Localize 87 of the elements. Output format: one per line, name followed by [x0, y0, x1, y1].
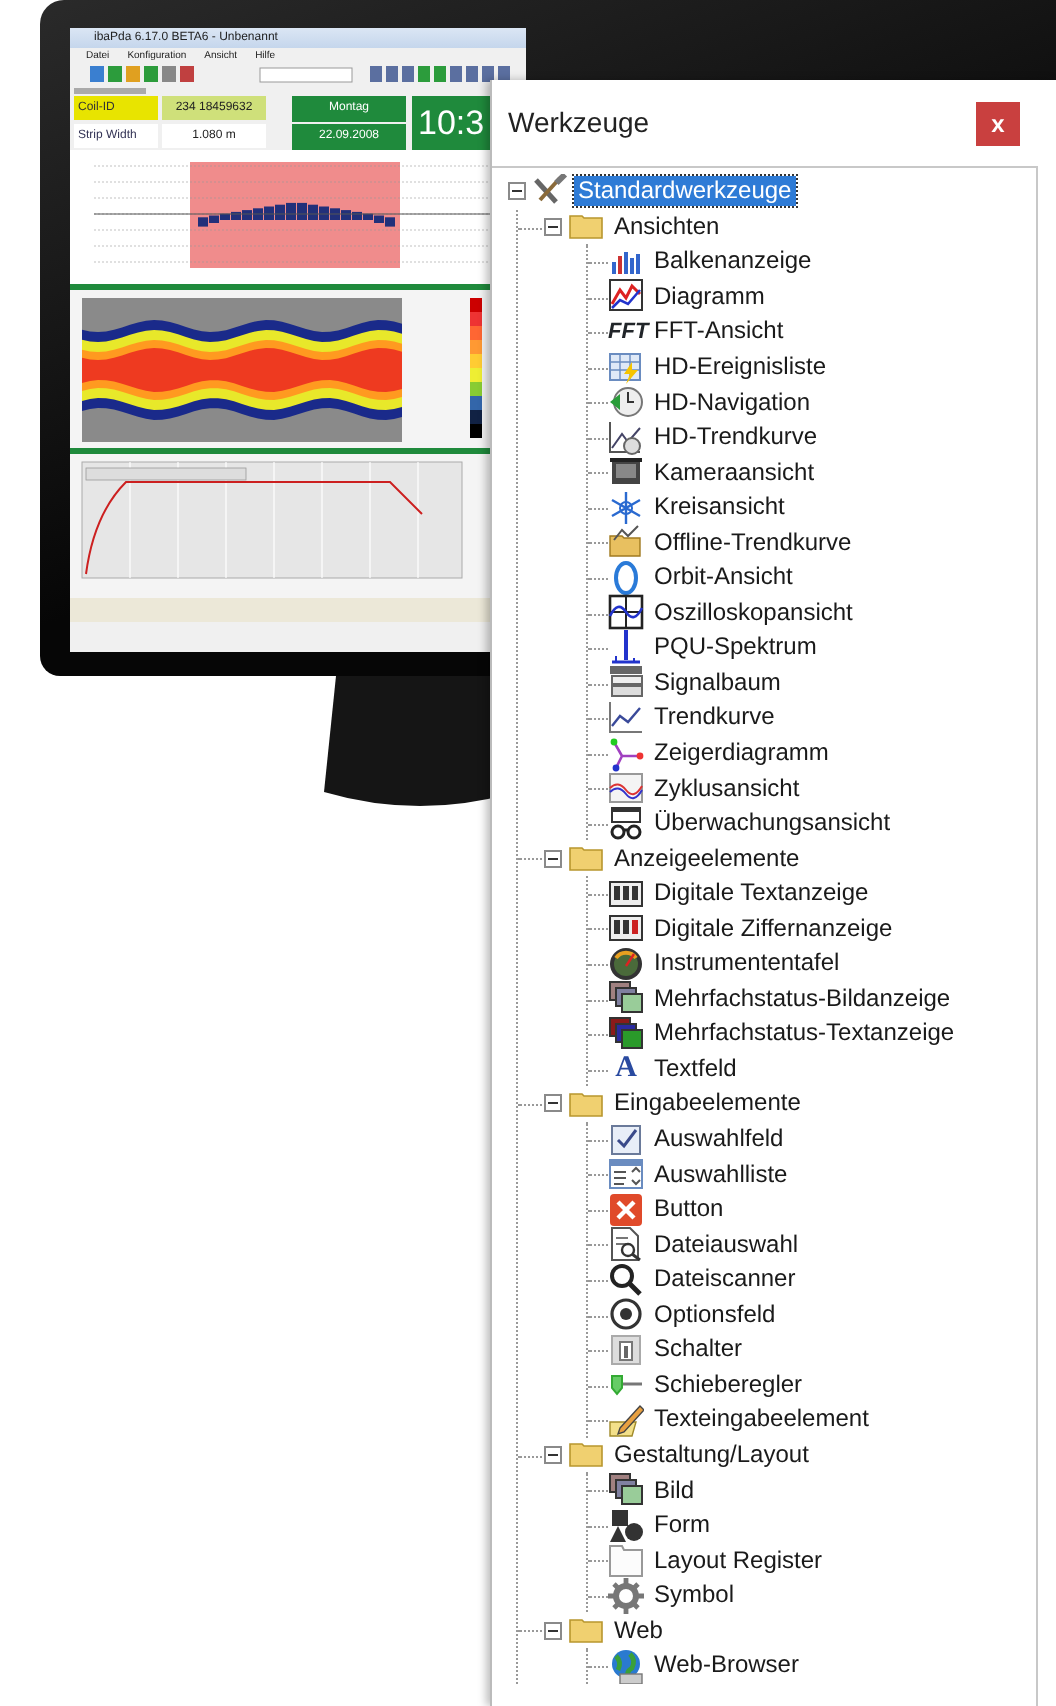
tree-item[interactable]: Schalter: [650, 1334, 747, 1365]
collapse-toggle[interactable]: [544, 1094, 562, 1113]
gear-icon: [608, 1577, 644, 1614]
tree-item[interactable]: Offline-Trendkurve: [650, 527, 856, 558]
wave-chart-icon: [608, 770, 644, 807]
tree-item[interactable]: Auswahlfeld: [650, 1124, 788, 1155]
tree-item[interactable]: Symbol: [650, 1580, 739, 1611]
shapes-icon: [608, 1507, 644, 1544]
tab-page-icon: [608, 1542, 644, 1579]
tree-item[interactable]: FFT-Ansicht: [650, 316, 788, 347]
tree-item[interactable]: Eingabeelemente: [610, 1088, 805, 1119]
clock-display: 10:3: [412, 96, 496, 150]
tree-item[interactable]: PQU-Spektrum: [650, 632, 821, 663]
snowflake-icon: [608, 489, 644, 526]
switch-icon: [608, 1331, 644, 1368]
color-stack-icon: [608, 1015, 644, 1052]
tree-item[interactable]: Trendkurve: [650, 702, 779, 733]
clock-icon: [608, 384, 644, 421]
collapse-toggle[interactable]: [544, 1621, 562, 1640]
tree-item[interactable]: Anzeigeelemente: [610, 843, 804, 874]
panel-title: Werkzeuge: [508, 104, 650, 142]
tree-item[interactable]: Orbit-Ansicht: [650, 562, 797, 593]
trend-clock-icon: [608, 419, 644, 456]
tree-item[interactable]: HD-Ereignisliste: [650, 352, 831, 382]
table-icon: [608, 349, 644, 386]
collapse-toggle[interactable]: [544, 217, 562, 236]
tree-item[interactable]: Dateiscanner: [650, 1264, 800, 1295]
tree-item[interactable]: Mehrfachstatus-Textanzeige: [650, 1018, 959, 1049]
spectrum-icon: [608, 629, 644, 666]
tree-item[interactable]: Ansichten: [610, 211, 724, 242]
tree-item[interactable]: Gestaltung/Layout: [610, 1439, 813, 1470]
gauge-icon: [608, 945, 644, 982]
binoculars-icon: [608, 805, 644, 842]
tree-item[interactable]: Button: [650, 1194, 728, 1225]
pencil-icon: [608, 1401, 644, 1438]
document-search-icon: [608, 1226, 644, 1263]
caption-drawing: [74, 88, 146, 94]
listbox-icon: [608, 1156, 644, 1193]
radio-icon: [608, 1296, 644, 1333]
trend-line-icon: [608, 699, 644, 736]
tree-item[interactable]: Überwachungsansicht: [650, 808, 895, 839]
tree-item[interactable]: HD-Trendkurve: [650, 422, 822, 453]
tree-item[interactable]: Auswahlliste: [650, 1159, 792, 1190]
tree-item[interactable]: Dateiauswahl: [650, 1229, 803, 1260]
tree-item[interactable]: HD-Navigation: [650, 387, 815, 418]
image-stack-icon: [608, 1472, 644, 1509]
tree-item[interactable]: Digitale Textanzeige: [650, 878, 873, 909]
phasor-icon: [608, 735, 644, 772]
text-icon: A: [608, 1054, 644, 1083]
tree-item[interactable]: Balkenanzeige: [650, 246, 816, 277]
x-square-icon: [608, 1191, 644, 1228]
collapse-toggle[interactable]: [544, 1445, 562, 1464]
tree-item[interactable]: Bild: [650, 1475, 699, 1505]
tree-item[interactable]: Signalbaum: [650, 667, 785, 698]
tree-item[interactable]: Diagramm: [650, 281, 769, 312]
folder-chart-icon: [608, 524, 644, 561]
collapse-toggle[interactable]: [508, 182, 526, 201]
image-stack-icon: [608, 980, 644, 1017]
magnifier-icon: [608, 1261, 644, 1298]
digit-display-icon: [608, 910, 644, 947]
ring-icon: [608, 559, 644, 596]
tree-item[interactable]: Web: [610, 1615, 667, 1646]
tree-item[interactable]: Schieberegler: [650, 1369, 807, 1400]
tree-item[interactable]: Optionsfeld: [650, 1299, 780, 1330]
tree-item[interactable]: Mehrfachstatus-Bildanzeige: [650, 983, 955, 1014]
tree-item[interactable]: Instrumententafel: [650, 948, 844, 979]
tree-item[interactable]: Oszilloskopansicht: [650, 597, 857, 628]
stacked-bars-icon: [608, 664, 644, 701]
close-button[interactable]: x: [976, 101, 1020, 145]
tree-item[interactable]: Zeigerdiagramm: [650, 738, 833, 769]
tree-item[interactable]: Textfeld: [650, 1053, 741, 1084]
tree-item[interactable]: Texteingabeelement: [650, 1404, 873, 1435]
tree-item[interactable]: Web-Browser: [650, 1650, 803, 1681]
collapse-toggle[interactable]: [544, 849, 562, 868]
tree-item[interactable]: Layout Register: [650, 1545, 827, 1576]
checkbox-icon: [608, 1121, 644, 1158]
oscilloscope-icon: [608, 594, 644, 631]
tree-item[interactable]: Standardwerkzeuge: [574, 176, 796, 207]
tree-item[interactable]: Kameraansicht: [650, 457, 819, 488]
tree-item[interactable]: Digitale Ziffernanzeige: [650, 913, 897, 944]
globe-icon: [608, 1647, 644, 1684]
line-chart-icon: [608, 278, 644, 315]
tree-item[interactable]: Zyklusansicht: [650, 773, 804, 804]
tree-item[interactable]: Form: [650, 1510, 714, 1541]
text-display-icon: [608, 875, 644, 912]
color-scale: [470, 298, 482, 438]
tree-item[interactable]: Kreisansicht: [650, 492, 789, 523]
